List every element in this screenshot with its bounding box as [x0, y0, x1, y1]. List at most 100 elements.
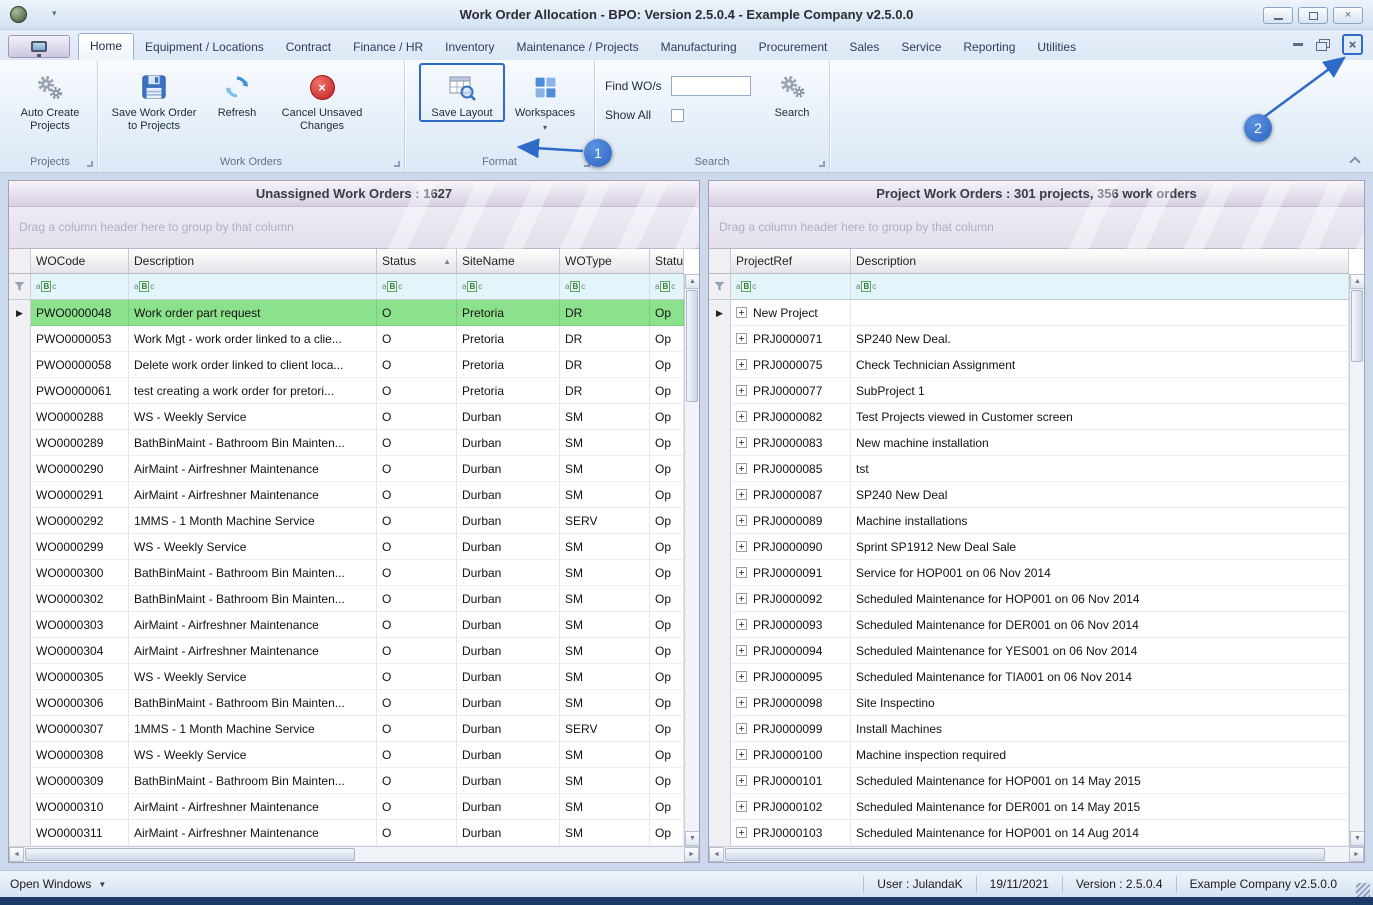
expand-icon[interactable] — [736, 385, 747, 396]
table-row[interactable]: PRJ0000098 Site Inspectino — [709, 690, 1349, 716]
expand-icon[interactable] — [736, 775, 747, 786]
scrollbar-thumb[interactable] — [1351, 290, 1363, 362]
table-row[interactable]: WO0000310 AirMaint - Airfreshner Maintena… — [9, 794, 684, 820]
expand-icon[interactable] — [736, 697, 747, 708]
table-row[interactable]: WO0000311 AirMaint - Airfreshner Maintena… — [9, 820, 684, 846]
scrollbar-thumb[interactable] — [25, 848, 355, 861]
expand-icon[interactable] — [736, 541, 747, 552]
save-layout-button[interactable]: Save Layout — [419, 63, 505, 122]
expand-icon[interactable] — [736, 593, 747, 604]
table-row[interactable]: PRJ0000085 tst — [709, 456, 1349, 482]
table-row[interactable]: PRJ0000094 Scheduled Maintenance for YES0… — [709, 638, 1349, 664]
table-row[interactable]: PRJ0000089 Machine installations — [709, 508, 1349, 534]
minimize-button[interactable] — [1263, 7, 1293, 24]
table-row[interactable]: PRJ0000099 Install Machines — [709, 716, 1349, 742]
table-row[interactable]: PRJ0000075 Check Technician Assignment — [709, 352, 1349, 378]
table-row[interactable]: PRJ0000103 Scheduled Maintenance for HOP0… — [709, 820, 1349, 846]
table-row[interactable]: PRJ0000082 Test Projects viewed in Custom… — [709, 404, 1349, 430]
table-row[interactable]: PRJ0000102 Scheduled Maintenance for DER0… — [709, 794, 1349, 820]
scroll-up-icon[interactable]: ▲ — [1350, 274, 1364, 289]
table-row[interactable]: PRJ0000077 SubProject 1 — [709, 378, 1349, 404]
expand-icon[interactable] — [736, 619, 747, 630]
scrollbar-thumb[interactable] — [686, 290, 698, 402]
column-header-wocode[interactable]: WOCode — [31, 249, 129, 273]
expand-icon[interactable] — [736, 827, 747, 838]
filter-cell-wocode[interactable]: aBc — [31, 274, 129, 299]
collapse-ribbon-icon[interactable] — [1349, 156, 1361, 168]
tab-maintenance-projects[interactable]: Maintenance / Projects — [506, 35, 650, 60]
table-row[interactable]: WO0000291 AirMaint - Airfreshner Maintena… — [9, 482, 684, 508]
application-menu-button[interactable] — [8, 35, 70, 58]
table-row[interactable]: WO0000308 WS - Weekly Service O Durban SM Op — [9, 742, 684, 768]
tab-service[interactable]: Service — [890, 35, 952, 60]
tab-reporting[interactable]: Reporting — [952, 35, 1026, 60]
tab-manufacturing[interactable]: Manufacturing — [650, 35, 748, 60]
expand-icon[interactable] — [736, 671, 747, 682]
table-row[interactable]: WO0000300 BathBinMaint - Bathroom Bin Mai… — [9, 560, 684, 586]
filter-cell-projectref[interactable]: aBc — [731, 274, 851, 299]
tab-utilities[interactable]: Utilities — [1026, 35, 1087, 60]
column-header-status[interactable]: Status ▲ — [377, 249, 457, 273]
expand-icon[interactable] — [736, 515, 747, 526]
table-row[interactable]: WO0000299 WS - Weekly Service O Durban SM Op — [9, 534, 684, 560]
tab-finance-hr[interactable]: Finance / HR — [342, 35, 434, 60]
show-all-checkbox[interactable] — [671, 108, 684, 122]
save-work-order-button[interactable]: Save Work Order to Projects — [104, 63, 204, 135]
ribbon-close-button[interactable]: × — [1342, 34, 1363, 55]
table-row[interactable]: WO0000305 WS - Weekly Service O Durban SM Op — [9, 664, 684, 690]
scroll-left-icon[interactable]: ◄ — [9, 847, 24, 862]
scrollbar-thumb[interactable] — [725, 848, 1325, 861]
expand-icon[interactable] — [736, 307, 747, 318]
auto-create-projects-button[interactable]: Auto Create Projects — [6, 63, 94, 135]
expand-icon[interactable] — [736, 437, 747, 448]
dialog-launcher-icon[interactable] — [819, 161, 825, 167]
cascade-windows-icon[interactable] — [1316, 39, 1330, 51]
find-wos-input[interactable] — [671, 76, 751, 96]
filter-cell-description[interactable]: aBc — [129, 274, 377, 299]
table-row[interactable]: PRJ0000101 Scheduled Maintenance for HOP0… — [709, 768, 1349, 794]
table-row[interactable]: PRJ0000090 Sprint SP1912 New Deal Sale — [709, 534, 1349, 560]
table-row[interactable]: PWO0000061 test creating a work order for… — [9, 378, 684, 404]
table-row[interactable]: PRJ0000092 Scheduled Maintenance for HOP0… — [709, 586, 1349, 612]
filter-cell-sitename[interactable]: aBc — [457, 274, 560, 299]
column-header-projectref[interactable]: ProjectRef — [731, 249, 851, 273]
table-row[interactable]: PWO0000053 Work Mgt - work order linked t… — [9, 326, 684, 352]
filter-cell-status[interactable]: aBc — [650, 274, 684, 299]
table-row[interactable]: PRJ0000091 Service for HOP001 on 06 Nov 2… — [709, 560, 1349, 586]
table-row[interactable]: PRJ0000095 Scheduled Maintenance for TIA0… — [709, 664, 1349, 690]
filter-cell-wotype[interactable]: aBc — [560, 274, 650, 299]
expand-icon[interactable] — [736, 463, 747, 474]
tab-inventory[interactable]: Inventory — [434, 35, 505, 60]
open-windows-button[interactable]: Open Windows ▼ — [0, 877, 106, 891]
table-row[interactable]: PRJ0000100 Machine inspection required — [709, 742, 1349, 768]
search-button[interactable]: Search — [759, 63, 825, 122]
dialog-launcher-icon[interactable] — [87, 161, 93, 167]
column-header-status[interactable]: Status — [650, 249, 684, 273]
close-button[interactable]: × — [1333, 7, 1363, 24]
group-by-box[interactable]: Drag a column header here to group by th… — [709, 207, 1364, 249]
horizontal-scrollbar[interactable]: ◄ ► — [709, 846, 1364, 862]
table-row[interactable]: PRJ0000071 SP240 New Deal. — [709, 326, 1349, 352]
vertical-scrollbar[interactable]: ▲ ▼ — [684, 274, 699, 846]
horizontal-scrollbar[interactable]: ◄ ► — [9, 846, 699, 862]
scroll-right-icon[interactable]: ► — [1349, 847, 1364, 862]
workspaces-button[interactable]: Workspaces ▾ — [505, 63, 585, 136]
expand-icon[interactable] — [736, 359, 747, 370]
table-row[interactable]: PRJ0000083 New machine installation — [709, 430, 1349, 456]
table-row[interactable]: WO0000289 BathBinMaint - Bathroom Bin Mai… — [9, 430, 684, 456]
resize-grip[interactable] — [1356, 883, 1370, 897]
table-row[interactable]: WO0000304 AirMaint - Airfreshner Maintena… — [9, 638, 684, 664]
table-row[interactable]: WO0000292 1MMS - 1 Month Machine Service O… — [9, 508, 684, 534]
filter-cell-status[interactable]: aBc — [377, 274, 457, 299]
scroll-down-icon[interactable]: ▼ — [1350, 831, 1364, 846]
scroll-down-icon[interactable]: ▼ — [685, 831, 699, 846]
tab-contract[interactable]: Contract — [275, 35, 342, 60]
table-row[interactable]: PRJ0000093 Scheduled Maintenance for DER0… — [709, 612, 1349, 638]
scroll-left-icon[interactable]: ◄ — [709, 847, 724, 862]
cancel-unsaved-changes-button[interactable]: × Cancel Unsaved Changes — [270, 63, 374, 135]
expand-icon[interactable] — [736, 801, 747, 812]
expand-icon[interactable] — [736, 723, 747, 734]
minimize-ribbon-icon[interactable] — [1293, 43, 1303, 46]
maximize-button[interactable] — [1298, 7, 1328, 24]
expand-icon[interactable] — [736, 411, 747, 422]
